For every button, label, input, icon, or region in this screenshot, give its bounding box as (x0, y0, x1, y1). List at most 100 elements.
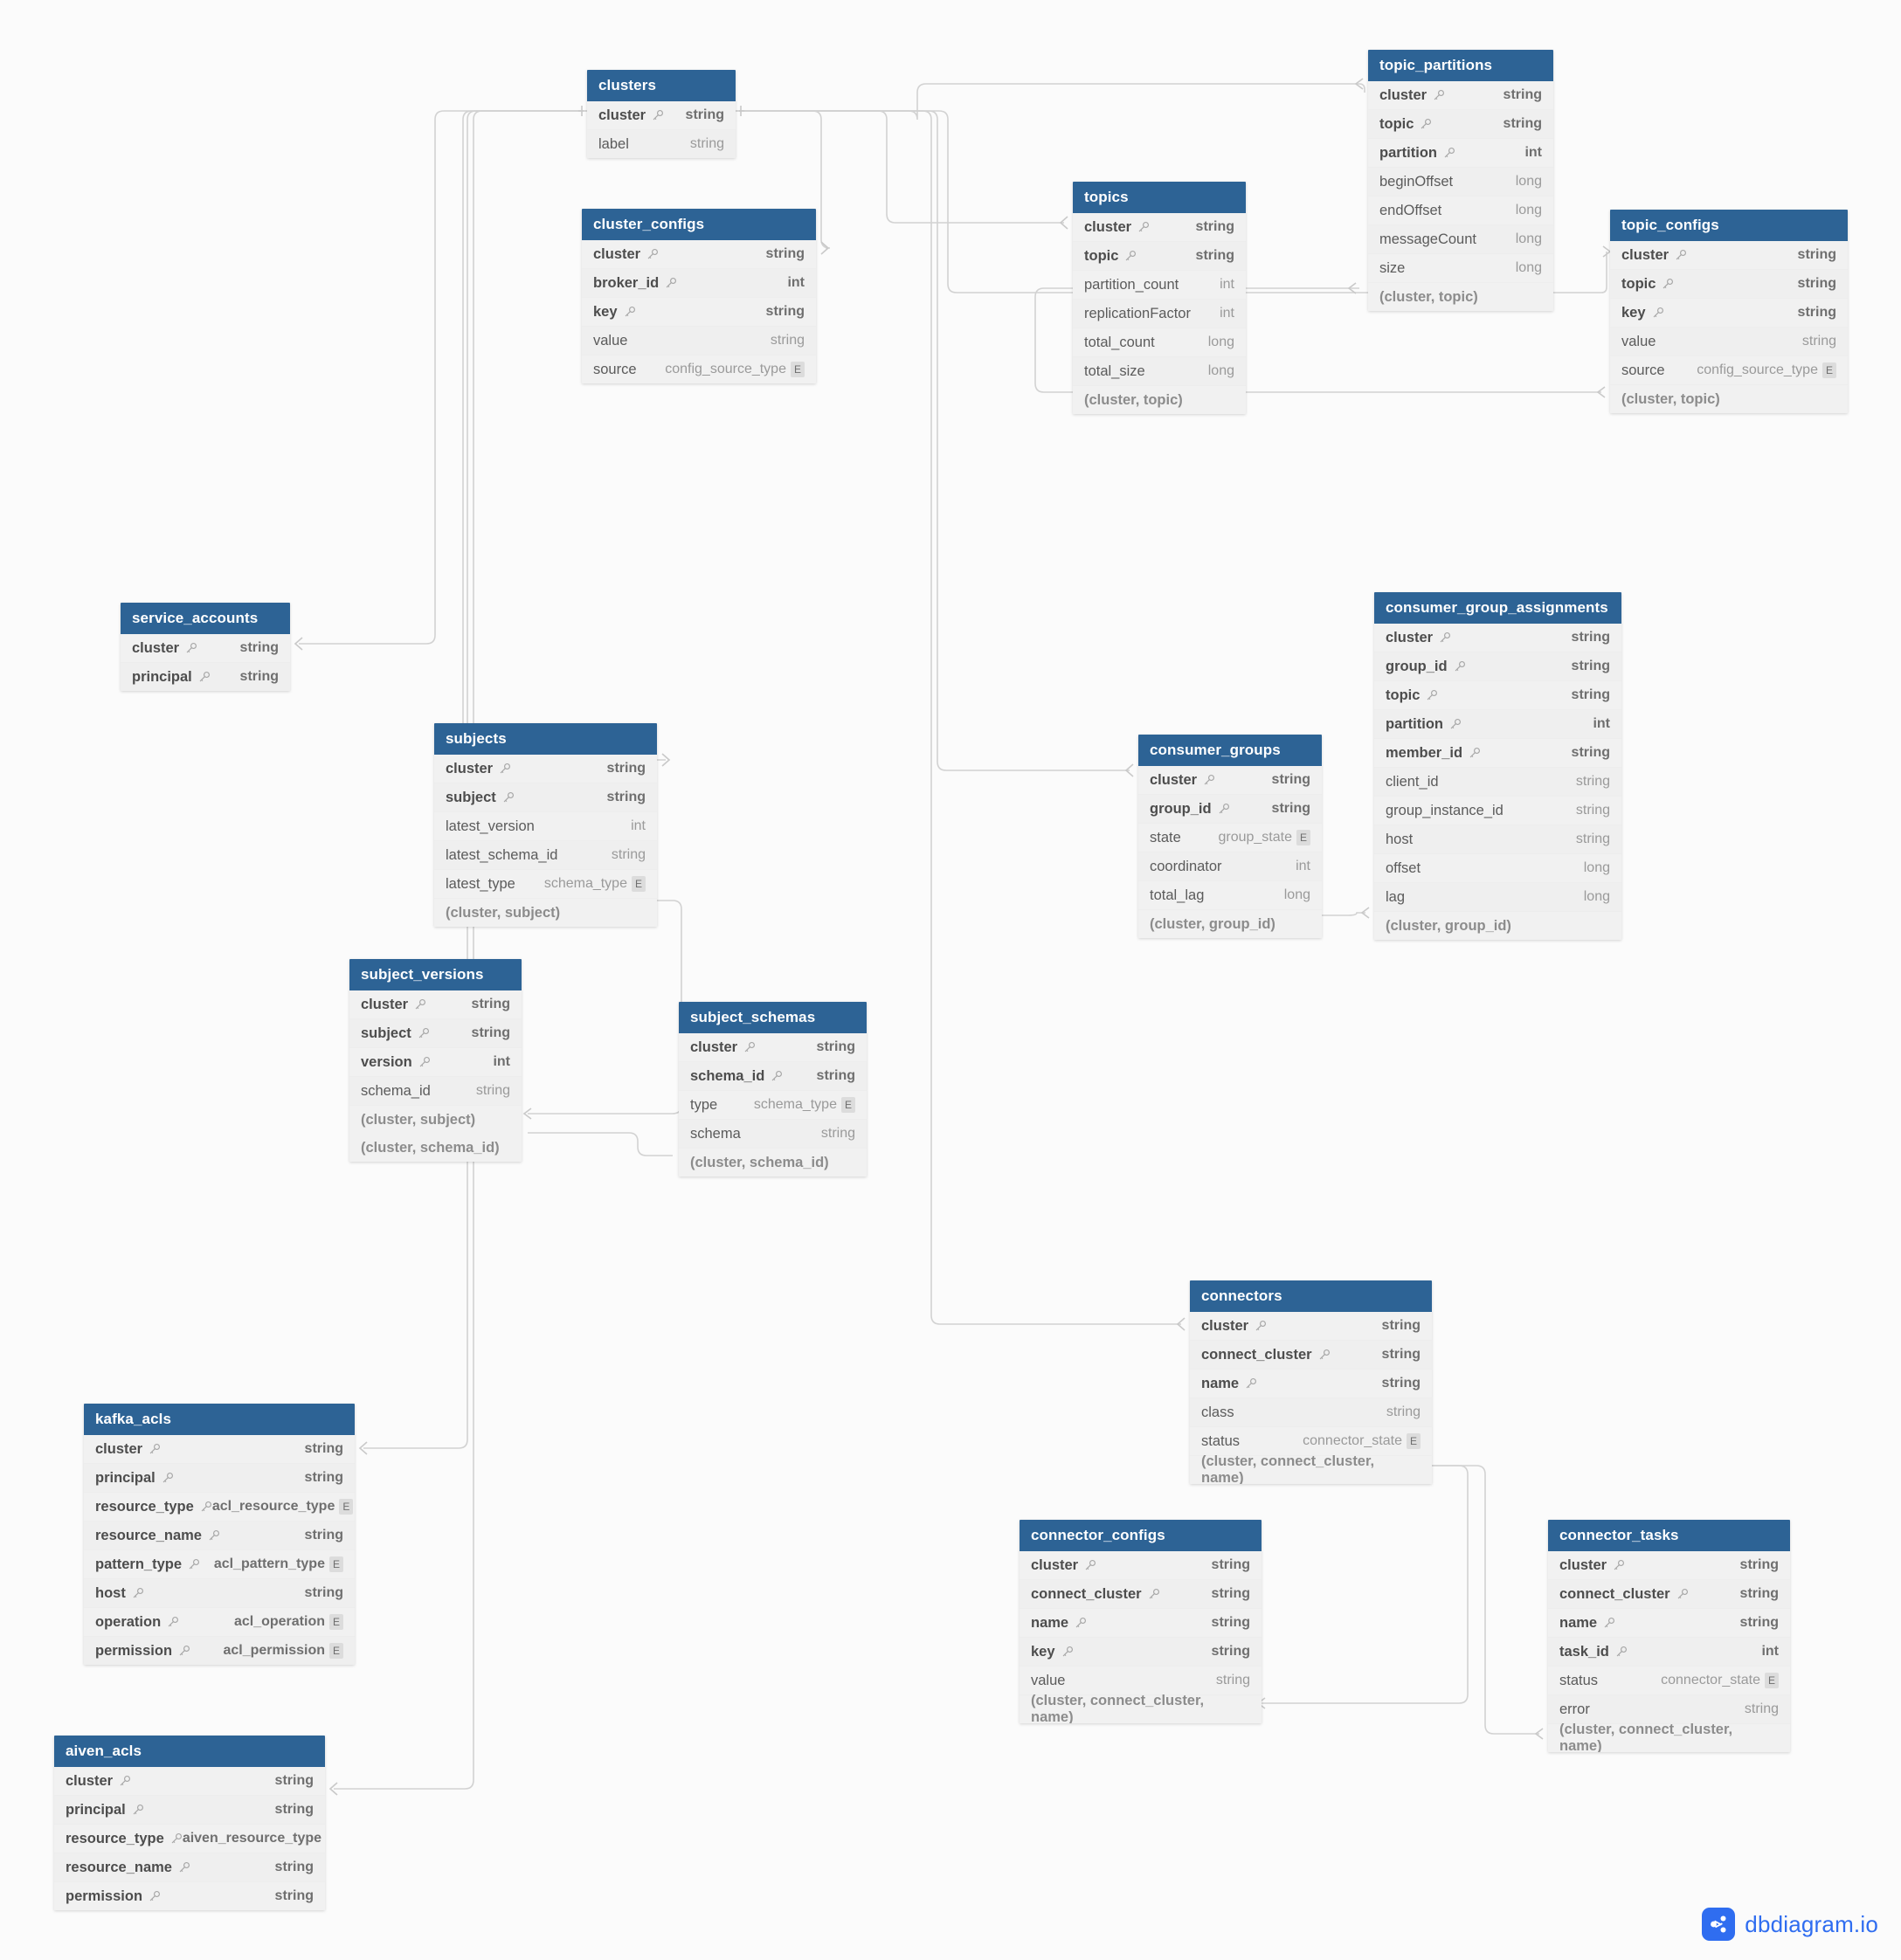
field-row[interactable]: key string (1020, 1638, 1262, 1667)
table-header-subject_schemas[interactable]: subject_schemas (679, 1002, 867, 1033)
dbdiagram-logo[interactable]: dbdiagram.io (1702, 1908, 1878, 1941)
table-header-connectors[interactable]: connectors (1190, 1280, 1432, 1312)
table-header-kafka_acls[interactable]: kafka_acls (84, 1404, 355, 1435)
field-row[interactable]: connect_cluster string (1020, 1580, 1262, 1609)
field-row[interactable]: principal string (121, 663, 290, 691)
field-row[interactable]: offset long (1374, 854, 1621, 883)
index-row[interactable]: (cluster, subject) (349, 1106, 522, 1134)
field-row[interactable]: schema_id string (679, 1062, 867, 1091)
field-row[interactable]: key string (582, 298, 816, 327)
field-row[interactable]: messageCount long (1368, 225, 1553, 254)
field-row[interactable]: state group_state E (1138, 824, 1322, 852)
field-row[interactable]: pattern_type acl_pattern_type E (84, 1550, 355, 1579)
field-row[interactable]: cluster string (1138, 766, 1322, 795)
table-header-subjects[interactable]: subjects (434, 723, 657, 755)
table-topic_partitions[interactable]: topic_partitions cluster string topic string… (1368, 50, 1553, 311)
table-service_accounts[interactable]: service_accounts cluster string principal st… (121, 603, 290, 691)
field-row[interactable]: member_id string (1374, 739, 1621, 768)
index-row[interactable]: (cluster, connect_cluster, name) (1548, 1722, 1790, 1752)
field-row[interactable]: name string (1548, 1609, 1790, 1638)
field-row[interactable]: operation acl_operation E (84, 1608, 355, 1637)
index-row[interactable]: (cluster, schema_id) (349, 1134, 522, 1162)
field-row[interactable]: host string (84, 1579, 355, 1608)
field-row[interactable]: cluster string (1548, 1551, 1790, 1580)
index-row[interactable]: (cluster, topic) (1610, 385, 1848, 413)
field-row[interactable]: permission acl_permission E (84, 1637, 355, 1665)
field-row[interactable]: host string (1374, 825, 1621, 854)
field-row[interactable]: connect_cluster string (1190, 1341, 1432, 1370)
diagram-canvas[interactable]: clusters cluster string label string cluster_… (0, 0, 1901, 1960)
field-row[interactable]: resource_type acl_resource_type E (84, 1493, 355, 1522)
field-row[interactable]: principal string (54, 1796, 325, 1825)
table-consumer_group_assignments[interactable]: consumer_group_assignments cluster string g… (1374, 592, 1621, 940)
field-row[interactable]: principal string (84, 1464, 355, 1493)
field-row[interactable]: partition int (1368, 139, 1553, 168)
field-row[interactable]: cluster string (1073, 213, 1246, 242)
field-row[interactable]: schema string (679, 1120, 867, 1149)
field-row[interactable]: value string (1020, 1667, 1262, 1695)
field-row[interactable]: cluster string (1368, 81, 1553, 110)
table-header-topic_partitions[interactable]: topic_partitions (1368, 50, 1553, 81)
field-row[interactable]: total_lag long (1138, 881, 1322, 910)
field-row[interactable]: schema_id string (349, 1077, 522, 1106)
field-row[interactable]: topic string (1374, 681, 1621, 710)
table-connectors[interactable]: connectors cluster string connect_cluster st… (1190, 1280, 1432, 1484)
field-row[interactable]: topic string (1368, 110, 1553, 139)
field-row[interactable]: task_id int (1548, 1638, 1790, 1667)
field-row[interactable]: group_id string (1374, 652, 1621, 681)
field-row[interactable]: partition int (1374, 710, 1621, 739)
table-subjects[interactable]: subjects cluster string subject string latest… (434, 723, 657, 927)
field-row[interactable]: latest_version int (434, 812, 657, 841)
table-header-connector_configs[interactable]: connector_configs (1020, 1520, 1262, 1551)
field-row[interactable]: total_count long (1073, 328, 1246, 357)
field-row[interactable]: cluster string (1190, 1312, 1432, 1341)
field-row[interactable]: broker_id int (582, 269, 816, 298)
field-row[interactable]: latest_schema_id string (434, 841, 657, 870)
index-row[interactable]: (cluster, subject) (434, 899, 657, 927)
field-row[interactable]: cluster string (349, 990, 522, 1019)
table-consumer_groups[interactable]: consumer_groups cluster string group_id stri… (1138, 735, 1322, 938)
table-header-aiven_acls[interactable]: aiven_acls (54, 1736, 325, 1767)
table-kafka_acls[interactable]: kafka_acls cluster string principal string re… (84, 1404, 355, 1665)
index-row[interactable]: (cluster, topic) (1368, 283, 1553, 311)
index-row[interactable]: (cluster, topic) (1073, 386, 1246, 414)
field-row[interactable]: cluster string (121, 634, 290, 663)
field-row[interactable]: lag long (1374, 883, 1621, 912)
field-row[interactable]: value string (1610, 328, 1848, 356)
field-row[interactable]: beginOffset long (1368, 168, 1553, 197)
field-row[interactable]: partition_count int (1073, 271, 1246, 300)
table-header-consumer_group_assignments[interactable]: consumer_group_assignments (1374, 592, 1621, 624)
table-connector_tasks[interactable]: connector_tasks cluster string connect_clus… (1548, 1520, 1790, 1752)
field-row[interactable]: cluster string (587, 101, 736, 130)
field-row[interactable]: cluster string (434, 755, 657, 783)
field-row[interactable]: name string (1190, 1370, 1432, 1398)
field-row[interactable]: resource_name string (54, 1853, 325, 1882)
table-subject_schemas[interactable]: subject_schemas cluster string schema_id str… (679, 1002, 867, 1177)
field-row[interactable]: permission string (54, 1882, 325, 1910)
field-row[interactable]: connect_cluster string (1548, 1580, 1790, 1609)
field-row[interactable]: source config_source_type E (582, 355, 816, 383)
field-row[interactable]: name string (1020, 1609, 1262, 1638)
field-row[interactable]: subject string (349, 1019, 522, 1048)
table-aiven_acls[interactable]: aiven_acls cluster string principal string re… (54, 1736, 325, 1910)
field-row[interactable]: replicationFactor int (1073, 300, 1246, 328)
table-header-cluster_configs[interactable]: cluster_configs (582, 209, 816, 240)
field-row[interactable]: cluster string (1374, 624, 1621, 652)
index-row[interactable]: (cluster, schema_id) (679, 1149, 867, 1177)
field-row[interactable]: group_id string (1138, 795, 1322, 824)
field-row[interactable]: cluster string (1020, 1551, 1262, 1580)
field-row[interactable]: group_instance_id string (1374, 797, 1621, 825)
field-row[interactable]: type schema_type E (679, 1091, 867, 1120)
field-row[interactable]: cluster string (1610, 241, 1848, 270)
table-subject_versions[interactable]: subject_versions cluster string subject stri… (349, 959, 522, 1162)
table-header-topics[interactable]: topics (1073, 182, 1246, 213)
table-topic_configs[interactable]: topic_configs cluster string topic string key… (1610, 210, 1848, 413)
table-header-connector_tasks[interactable]: connector_tasks (1548, 1520, 1790, 1551)
field-row[interactable]: cluster string (84, 1435, 355, 1464)
table-header-clusters[interactable]: clusters (587, 70, 736, 101)
index-row[interactable]: (cluster, group_id) (1138, 910, 1322, 938)
field-row[interactable]: error string (1548, 1695, 1790, 1724)
table-header-topic_configs[interactable]: topic_configs (1610, 210, 1848, 241)
field-row[interactable]: client_id string (1374, 768, 1621, 797)
field-row[interactable]: source config_source_type E (1610, 356, 1848, 385)
